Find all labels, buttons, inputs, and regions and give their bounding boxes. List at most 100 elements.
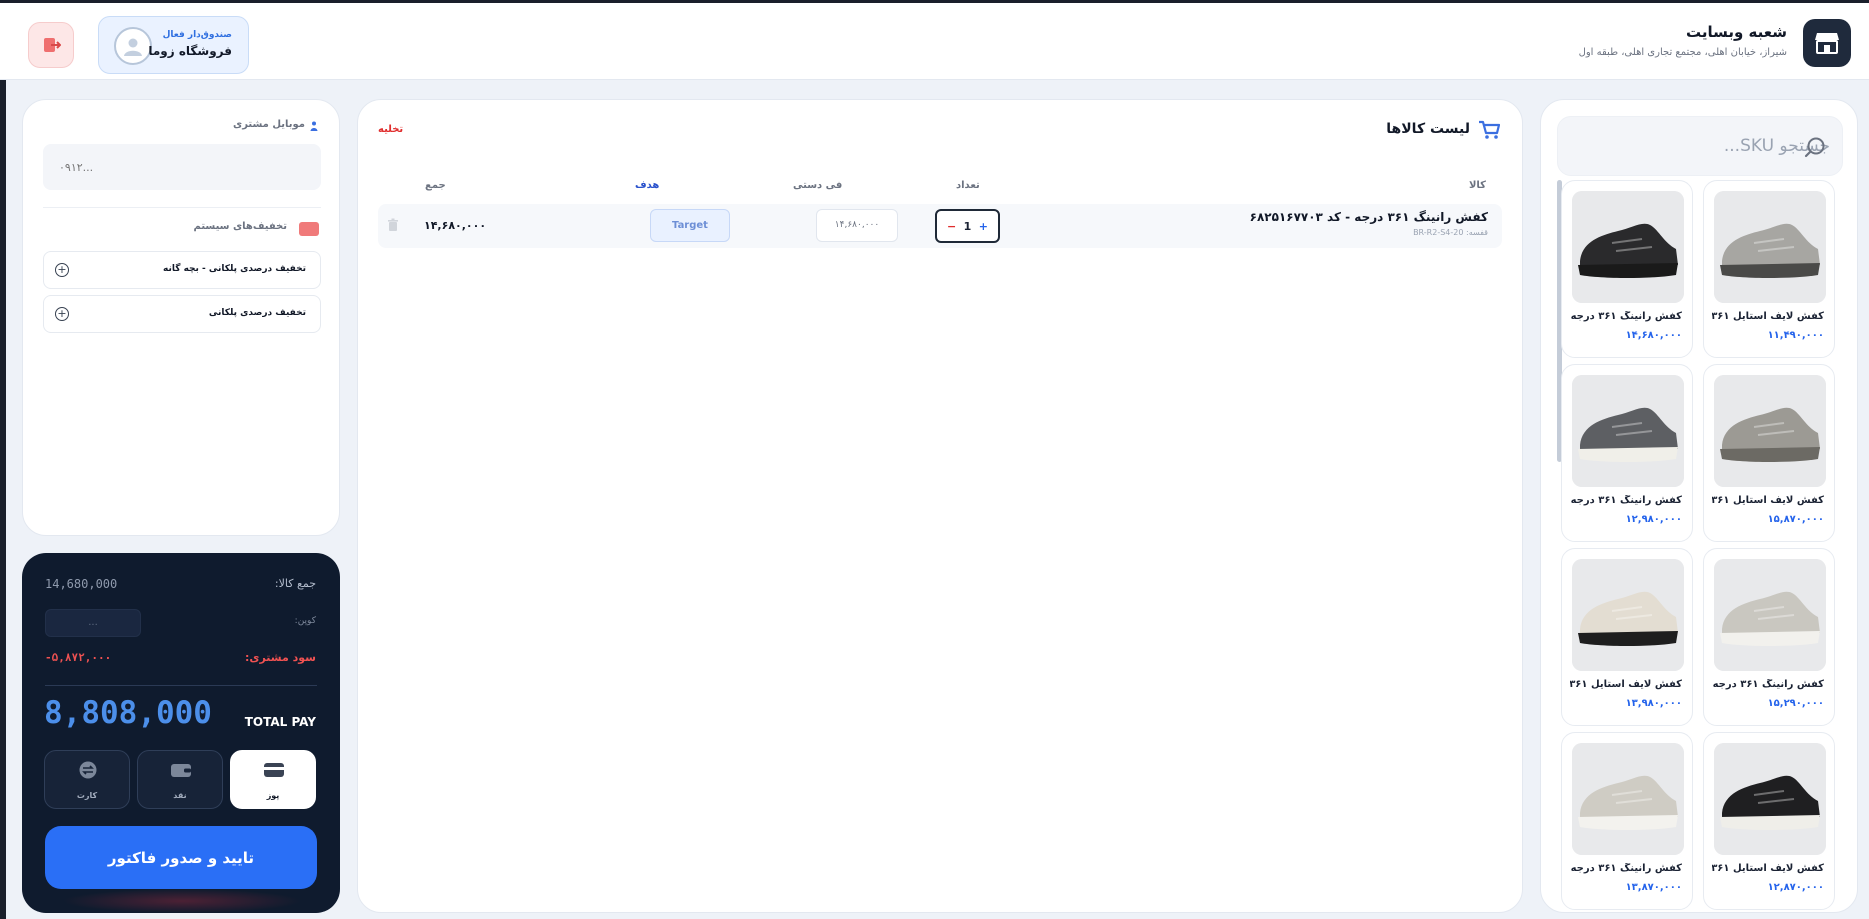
discount-item[interactable]: تخفیف درصدی پلکانی + (43, 295, 321, 333)
divider (43, 207, 321, 208)
trash-icon[interactable] (387, 218, 399, 232)
decrease-qty-button[interactable]: − (947, 220, 956, 233)
cashier-label: صندوق‌دار فعال (162, 30, 232, 40)
window-edge (0, 0, 6, 919)
product-image (1714, 375, 1826, 487)
product-image (1572, 559, 1684, 671)
add-discount-icon[interactable]: + (55, 263, 69, 277)
clear-cart-button[interactable]: تخلیه (378, 124, 403, 135)
search-icon (1804, 137, 1825, 158)
payment-method-label: کارت (76, 791, 98, 800)
product-card[interactable]: کفش لایف استایل ۳۶۱... ۱۲,۸۷۰,۰۰۰ (1703, 732, 1835, 910)
customer-panel: موبایل مشتری تخفیف‌های سیستم تخفیف درصدی… (22, 99, 340, 536)
payment-method-label: نقد (173, 791, 187, 800)
increase-qty-button[interactable]: + (979, 220, 988, 233)
column-item: کالا (1468, 180, 1486, 191)
column-target: هدف (635, 180, 660, 191)
product-card[interactable]: کفش رانینگ ۳۶۱ درجه -... ۱۲,۹۸۰,۰۰۰ (1561, 364, 1693, 542)
savings-label: سود مشتری: (244, 651, 316, 664)
product-card[interactable]: کفش لایف استایل ۳۶۱... ۱۵,۸۷۰,۰۰۰ (1703, 364, 1835, 542)
product-title: کفش لایف استایل ۳۶۱... (1712, 495, 1824, 506)
column-manual-price: فی دستی (793, 180, 843, 191)
product-image (1714, 559, 1826, 671)
payment-method-card[interactable]: کارت (44, 750, 130, 809)
logout-icon (44, 38, 61, 52)
product-title: کفش رانینگ ۳۶۱ درجه -... (1570, 311, 1682, 322)
confirm-invoice-button[interactable]: تایید و صدور فاکتور (45, 826, 317, 889)
quantity-value: 1 (963, 219, 972, 233)
product-title: کفش لایف استایل ۳۶۱... (1712, 311, 1824, 322)
discount-item[interactable]: تخفیف درصدی پلکانی - بچه گانه + (43, 251, 321, 289)
product-title: کفش رانینگ ۳۶۱ درجه -... (1570, 863, 1682, 874)
product-card[interactable]: کفش لایف استایل ۳۶۱... ۱۱,۴۹۰,۰۰۰ (1703, 180, 1835, 358)
cart-icon (1479, 120, 1500, 139)
sku-search-input[interactable] (1610, 117, 1830, 175)
product-title: کفش رانینگ ۳۶۱ درجه -... (1570, 495, 1682, 506)
user-avatar-icon (114, 27, 152, 65)
branch-info: شعبه وبسایت شیراز، خیابان اهلی، مجتمع تج… (1579, 23, 1787, 58)
system-discounts-label: تخفیف‌های سیستم (193, 221, 287, 232)
cart-title: لیست کالاها (1386, 121, 1470, 137)
column-qty: تعداد (956, 180, 980, 191)
discount-label: تخفیف درصدی پلکانی (208, 308, 306, 318)
subtotal-label: جمع کالا: (274, 577, 316, 590)
payment-method-label: پوز (266, 791, 280, 800)
cart-panel: لیست کالاها تخلیه کالا تعداد فی دستی هدف… (357, 99, 1523, 913)
product-card[interactable]: کفش لایف استایل ۳۶۱... ۱۳,۹۸۰,۰۰۰ (1561, 548, 1693, 726)
product-card[interactable]: کفش رانینگ ۳۶۱ درجه -... ۱۵,۲۹۰,۰۰۰ (1703, 548, 1835, 726)
product-image (1714, 743, 1826, 855)
product-title: کفش لایف استایل ۳۶۱... (1712, 863, 1824, 874)
manual-price-input[interactable]: ۱۴,۶۸۰,۰۰۰ (816, 209, 898, 242)
transfer-icon (79, 761, 97, 779)
button-glow (62, 889, 302, 913)
top-header: شعبه وبسایت شیراز، خیابان اهلی، مجتمع تج… (0, 0, 1869, 80)
branch-address: شیراز، خیابان اهلی، مجتمع تجاری اهلی، طب… (1578, 47, 1787, 58)
product-price: ۱۲,۸۷۰,۰۰۰ (1767, 882, 1824, 893)
payment-method-cash[interactable]: نقد (137, 750, 223, 809)
discount-label: تخفیف درصدی پلکانی - بچه گانه (162, 264, 306, 274)
line-total: ۱۴,۶۸۰,۰۰۰ (424, 219, 487, 232)
payment-method-pos[interactable]: پوز (230, 750, 316, 809)
product-card[interactable]: کفش رانینگ ۳۶۱ درجه -... ۱۴,۶۸۰,۰۰۰ (1561, 180, 1693, 358)
product-price: ۱۱,۴۹۰,۰۰۰ (1767, 330, 1824, 341)
subtotal-value: 14,680,000 (45, 577, 118, 591)
customer-mobile-input[interactable] (43, 144, 321, 190)
wallet-icon (171, 764, 191, 777)
store-icon (1803, 19, 1851, 67)
cart-item-shelf: قفسه: BR-R2-S4-20 (1413, 228, 1488, 237)
discount-ticket-icon (299, 222, 319, 236)
product-catalog: کفش لایف استایل ۳۶۱... ۱۱,۴۹۰,۰۰۰ کفش رانی… (1540, 99, 1858, 913)
cashier-text: صندوق‌دار فعال فروشگاه زوما (148, 30, 232, 58)
target-button[interactable]: Target (650, 209, 730, 242)
savings-value: -۵,۸۷۲,۰۰۰ (45, 651, 112, 664)
product-title: کفش لایف استایل ۳۶۱... (1570, 679, 1682, 690)
product-image (1572, 743, 1684, 855)
product-title: کفش رانینگ ۳۶۱ درجه -... (1712, 679, 1824, 690)
cart-row: کفش رانینگ ۳۶۱ درجه - کد ۶۸۲۵۱۶۷۷۰۳ قفسه… (378, 204, 1502, 248)
user-icon (310, 121, 318, 131)
product-price: ۱۴,۶۸۰,۰۰۰ (1625, 330, 1682, 341)
product-image (1572, 191, 1684, 303)
payment-panel: جمع کالا: 14,680,000 کوپن: ... سود مشتری… (22, 553, 340, 913)
cashier-name: فروشگاه زوما (148, 44, 232, 58)
product-price: ۱۳,۸۷۰,۰۰۰ (1625, 882, 1682, 893)
total-pay-value: 8,808,000 (44, 695, 212, 731)
product-price: ۱۵,۲۹۰,۰۰۰ (1767, 698, 1824, 709)
logout-button[interactable] (28, 22, 74, 68)
column-total: جمع (425, 180, 446, 191)
product-price: ۱۳,۹۸۰,۰۰۰ (1625, 698, 1682, 709)
active-cashier[interactable]: صندوق‌دار فعال فروشگاه زوما (98, 16, 249, 74)
total-pay-label: TOTAL PAY (244, 715, 316, 729)
divider (45, 685, 317, 686)
product-image (1714, 191, 1826, 303)
customer-mobile-label: موبایل مشتری (233, 119, 305, 130)
product-image (1572, 375, 1684, 487)
product-price: ۱۵,۸۷۰,۰۰۰ (1767, 514, 1824, 525)
pos-card-icon (264, 763, 284, 777)
branch-title: شعبه وبسایت (1685, 23, 1787, 41)
quantity-stepper: − 1 + (935, 209, 1000, 243)
product-price: ۱۲,۹۸۰,۰۰۰ (1625, 514, 1682, 525)
add-discount-icon[interactable]: + (55, 307, 69, 321)
coupon-input[interactable]: ... (45, 609, 141, 637)
product-card[interactable]: کفش رانینگ ۳۶۱ درجه -... ۱۳,۸۷۰,۰۰۰ (1561, 732, 1693, 910)
